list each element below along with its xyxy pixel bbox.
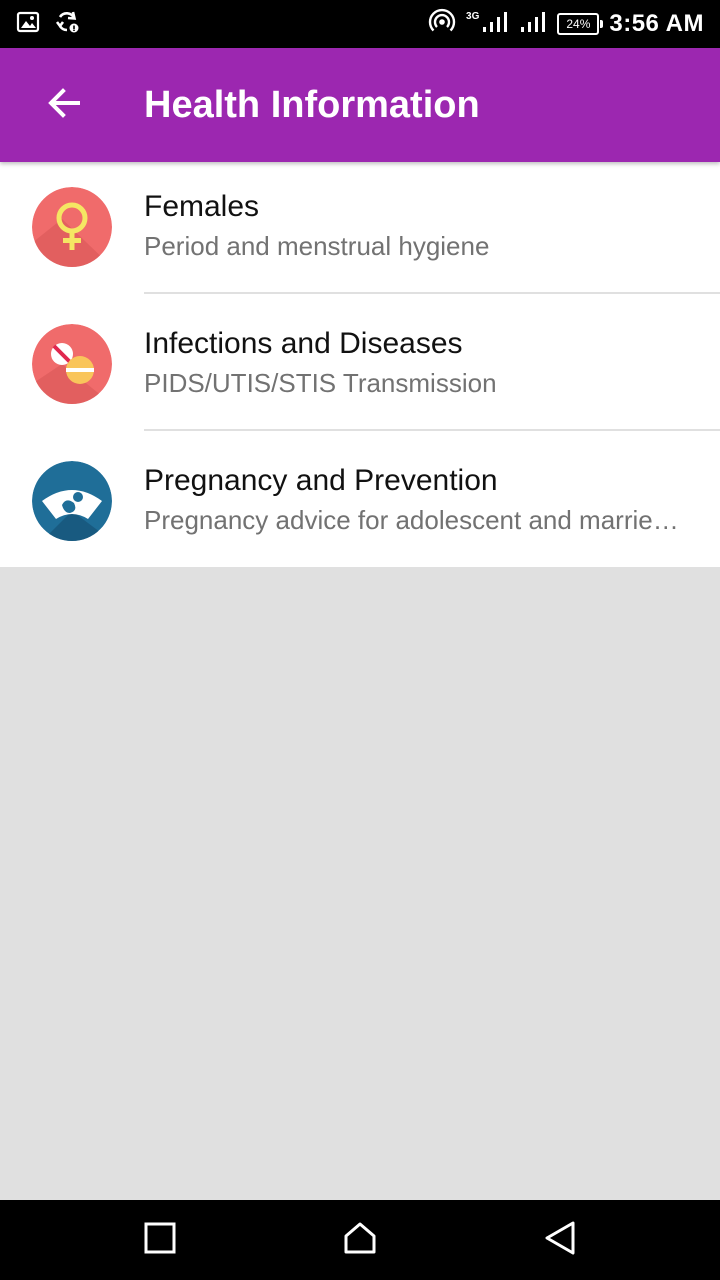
item-title: Females bbox=[144, 190, 260, 223]
list-item-pregnancy[interactable]: Pregnancy and Prevention Pregnancy advic… bbox=[0, 431, 720, 568]
signal-icon-2 bbox=[519, 10, 547, 39]
status-bar-notifications bbox=[16, 10, 80, 38]
item-title: Pregnancy and Prevention bbox=[144, 464, 498, 497]
pills-icon bbox=[32, 324, 112, 404]
navigation-bar bbox=[0, 1200, 720, 1280]
home-button[interactable] bbox=[336, 1216, 384, 1264]
status-bar-system: 3G 24% 3:56 AM bbox=[428, 8, 704, 40]
image-notification-icon bbox=[16, 10, 40, 39]
home-icon bbox=[343, 1221, 377, 1260]
back-button[interactable] bbox=[32, 73, 96, 137]
square-icon bbox=[144, 1222, 176, 1259]
signal-icon bbox=[481, 10, 509, 39]
triangle-back-icon bbox=[543, 1220, 577, 1261]
sync-icon bbox=[54, 9, 80, 40]
health-topics-list: Females Period and menstrual hygiene Inf… bbox=[0, 162, 720, 567]
ultrasound-icon bbox=[32, 461, 112, 541]
status-bar: 3G 24% 3:56 AM bbox=[0, 0, 720, 48]
hotspot-icon bbox=[428, 8, 456, 41]
network-type-label: 3G bbox=[466, 10, 480, 22]
list-item-females[interactable]: Females Period and menstrual hygiene bbox=[0, 162, 720, 294]
recent-apps-button[interactable] bbox=[136, 1216, 184, 1264]
item-title: Infections and Diseases bbox=[144, 327, 463, 360]
page-title: Health Information bbox=[144, 84, 480, 126]
item-subtitle: PIDS/UTIS/STIS Transmission bbox=[144, 368, 497, 398]
battery-icon: 24% bbox=[557, 13, 604, 35]
back-nav-button[interactable] bbox=[536, 1216, 584, 1264]
item-subtitle: Pregnancy advice for adolescent and marr… bbox=[144, 505, 692, 535]
arrow-back-icon bbox=[46, 85, 82, 126]
item-subtitle: Period and menstrual hygiene bbox=[144, 231, 490, 261]
female-symbol-icon bbox=[32, 187, 112, 267]
status-time: 3:56 AM bbox=[609, 10, 704, 37]
list-item-infections[interactable]: Infections and Diseases PIDS/UTIS/STIS T… bbox=[0, 294, 720, 431]
app-bar: Health Information bbox=[0, 48, 720, 162]
